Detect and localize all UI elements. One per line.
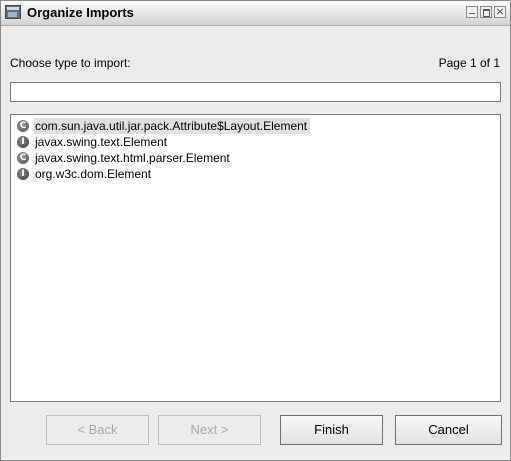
title-bar[interactable]: Organize Imports <box>1 1 510 26</box>
result-row[interactable]: I org.w3c.dom.Element <box>11 166 500 182</box>
close-icon[interactable] <box>494 6 506 18</box>
window-title: Organize Imports <box>27 5 134 20</box>
minimize-icon[interactable] <box>466 6 478 18</box>
result-row[interactable]: C com.sun.java.util.jar.pack.Attribute$L… <box>11 118 500 134</box>
class-icon: C <box>17 152 29 164</box>
result-label: javax.swing.text.html.parser.Element <box>35 151 230 165</box>
result-label: javax.swing.text.Element <box>35 135 168 149</box>
type-filter-input[interactable] <box>10 82 501 102</box>
result-row[interactable]: I javax.swing.text.Element <box>11 134 500 150</box>
interface-icon: I <box>17 136 29 148</box>
page-indicator: Page 1 of 1 <box>438 56 500 70</box>
interface-icon: I <box>17 168 29 180</box>
result-label: com.sun.java.util.jar.pack.Attribute$Lay… <box>34 118 311 134</box>
choose-type-label: Choose type to import: <box>10 56 131 70</box>
next-button[interactable]: Next > <box>158 415 261 445</box>
wizard-button-bar: < Back Next > Finish Cancel <box>1 415 510 447</box>
app-icon <box>5 5 21 19</box>
result-label: org.w3c.dom.Element <box>35 167 152 181</box>
organize-imports-dialog: Organize Imports Choose type to import: … <box>0 0 511 461</box>
result-row[interactable]: C javax.swing.text.html.parser.Element <box>11 150 500 166</box>
type-results-list[interactable]: C com.sun.java.util.jar.pack.Attribute$L… <box>10 114 501 402</box>
cancel-button[interactable]: Cancel <box>395 415 502 445</box>
back-button[interactable]: < Back <box>46 415 149 445</box>
finish-button[interactable]: Finish <box>280 415 383 445</box>
maximize-icon[interactable] <box>480 6 492 18</box>
class-icon: C <box>17 120 29 132</box>
